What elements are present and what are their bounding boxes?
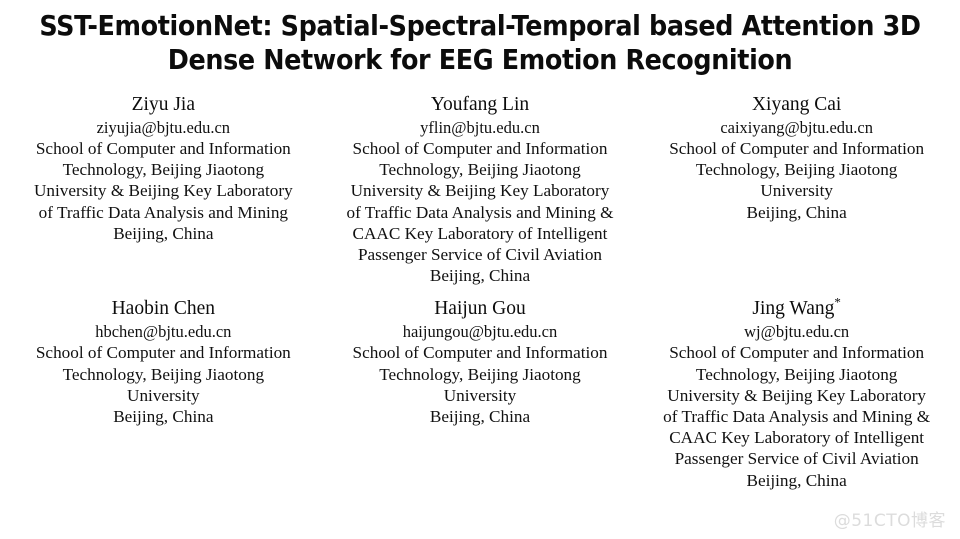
affiliation-line: Beijing, China xyxy=(113,223,214,243)
affiliation-line: Beijing, China xyxy=(746,202,847,222)
affiliation-line: CAAC Key Laboratory of Intelligent xyxy=(352,223,608,243)
author-name: Haobin Chen xyxy=(14,296,313,321)
affiliation-line: School of Computer and Information xyxy=(669,343,925,363)
affiliation-line: Beijing, China xyxy=(429,266,531,286)
author-block-haobin-chen: Haobin Chen hbchen@bjtu.edu.cn School of… xyxy=(12,296,315,490)
author-name-text: Xiyang Cai xyxy=(751,94,842,115)
corresponding-author-mark: * xyxy=(834,294,841,310)
affiliation-line: School of Computer and Information xyxy=(352,343,608,363)
author-email[interactable]: yflin@bjtu.edu.cn xyxy=(331,117,630,138)
author-name-text: Ziyu Jia xyxy=(131,94,196,115)
paper-header-page: SST-EmotionNet: Spatial-Spectral-Tempora… xyxy=(0,0,960,539)
affiliation-line: of Traffic Data Analysis and Mining xyxy=(38,202,289,222)
affiliation-line: School of Computer and Information xyxy=(35,343,291,363)
affiliation-line: Passenger Service of Civil Aviation xyxy=(674,449,919,469)
author-name: Youfang Lin xyxy=(331,92,630,117)
affiliation-line: University & Beijing Key Laboratory xyxy=(667,385,927,405)
affiliation-line: CAAC Key Laboratory of Intelligent xyxy=(669,428,925,448)
author-name: Xiyang Cai xyxy=(647,92,946,117)
author-email[interactable]: caixiyang@bjtu.edu.cn xyxy=(647,117,946,138)
author-email[interactable]: haijungou@bjtu.edu.cn xyxy=(331,321,630,342)
author-name: Jing Wang* xyxy=(647,296,946,321)
author-block-ziyu-jia: Ziyu Jia ziyujia@bjtu.edu.cn School of C… xyxy=(12,92,315,286)
author-name: Haijun Gou xyxy=(331,296,630,321)
affiliation-line: Beijing, China xyxy=(746,470,847,490)
affiliation-line: University & Beijing Key Laboratory xyxy=(33,181,293,201)
affiliation-line: Technology, Beijing Jiaotong xyxy=(379,364,581,384)
author-name-text: Haijun Gou xyxy=(434,298,526,320)
affiliation-line: University xyxy=(127,385,200,405)
watermark: @51CTO博客 xyxy=(833,511,946,531)
affiliation-line: of Traffic Data Analysis and Mining & xyxy=(663,407,931,427)
page-title: SST-EmotionNet: Spatial-Spectral-Tempora… xyxy=(0,0,960,77)
affiliation-line: Beijing, China xyxy=(113,407,214,427)
author-block-haijun-gou: Haijun Gou haijungou@bjtu.edu.cn School … xyxy=(329,296,632,490)
affiliation-line: University xyxy=(443,385,517,405)
author-name: Ziyu Jia xyxy=(14,92,313,117)
affiliation-line: School of Computer and Information xyxy=(35,139,291,158)
title-line-1: SST-EmotionNet: Spatial-Spectral-Tempora… xyxy=(39,10,921,42)
author-block-youfang-lin: Youfang Lin yflin@bjtu.edu.cn School of … xyxy=(329,92,632,286)
author-email[interactable]: wj@bjtu.edu.cn xyxy=(647,321,946,342)
author-block-xiyang-cai: Xiyang Cai caixiyang@bjtu.edu.cn School … xyxy=(645,92,948,286)
affiliation-line: of Traffic Data Analysis and Mining & xyxy=(346,202,614,222)
author-row-bottom: Haobin Chen hbchen@bjtu.edu.cn School of… xyxy=(0,296,960,490)
title-line-2: Dense Network for EEG Emotion Recognitio… xyxy=(167,44,793,76)
affiliation-line: Technology, Beijing Jiaotong xyxy=(62,160,265,180)
affiliation-line: Technology, Beijing Jiaotong xyxy=(379,160,581,180)
affiliation-line: University & Beijing Key Laboratory xyxy=(350,181,610,201)
author-email[interactable]: hbchen@bjtu.edu.cn xyxy=(14,321,313,342)
affiliation-line: School of Computer and Information xyxy=(352,139,608,158)
affiliation-line: Technology, Beijing Jiaotong xyxy=(62,364,265,384)
author-name-text: Haobin Chen xyxy=(111,298,216,320)
author-name-text: Youfang Lin xyxy=(430,94,530,115)
author-name-text: Jing Wang xyxy=(752,298,835,320)
affiliation-line: School of Computer and Information xyxy=(669,139,925,158)
affiliation-line: University xyxy=(760,181,833,201)
affiliation-line: Beijing, China xyxy=(429,407,531,427)
author-email[interactable]: ziyujia@bjtu.edu.cn xyxy=(14,117,313,138)
author-row-top: Ziyu Jia ziyujia@bjtu.edu.cn School of C… xyxy=(0,92,960,286)
author-block-jing-wang: Jing Wang* wj@bjtu.edu.cn School of Comp… xyxy=(645,296,948,490)
affiliation-line: Passenger Service of Civil Aviation xyxy=(357,245,603,265)
affiliation-line: Technology, Beijing Jiaotong xyxy=(695,364,898,384)
affiliation-line: Technology, Beijing Jiaotong xyxy=(695,160,898,180)
